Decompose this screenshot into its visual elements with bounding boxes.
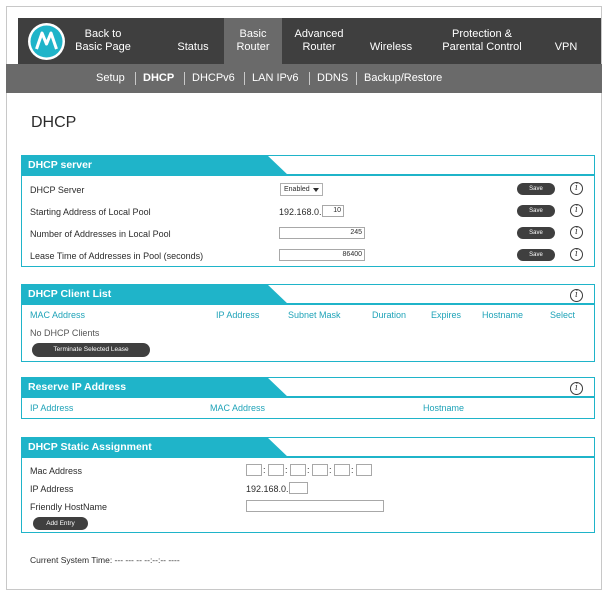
mac-address-label: Mac Address <box>30 466 83 476</box>
dhcp-server-select[interactable]: Enabled <box>280 183 323 196</box>
mac-separator: : <box>329 465 332 475</box>
static-assignment-title: DHCP Static Assignment <box>28 441 152 453</box>
ip-address-label: IP Address <box>30 484 74 494</box>
subnav-divider <box>309 72 310 85</box>
dhcp-server-title: DHCP server <box>28 159 93 171</box>
subnav-divider <box>356 72 357 85</box>
column-header-subnet-mask: Subnet Mask <box>288 310 341 320</box>
lease-time-input[interactable]: 86400 <box>279 249 365 261</box>
info-icon[interactable]: i <box>570 182 583 195</box>
column-header-expires: Expires <box>431 310 462 320</box>
subnav-setup[interactable]: Setup <box>96 64 125 93</box>
dhcp-server-header: DHCP server <box>21 155 594 176</box>
save-starting-address-button[interactable]: Save <box>517 205 555 217</box>
number-of-addresses-input[interactable]: 245 <box>279 227 365 239</box>
save-number-of-addresses-button[interactable]: Save <box>517 227 555 239</box>
subnav-dhcpv6[interactable]: DHCPv6 <box>192 64 235 93</box>
column-header-ip-address: IP Address <box>30 403 74 413</box>
nav-wireless[interactable]: Wireless <box>358 18 424 64</box>
subnav-divider <box>244 72 245 85</box>
reserve-ip-panel: Reserve IP Address i IP Address MAC Addr… <box>21 377 595 419</box>
current-system-time: Current System Time: --- --- -- --:--:--… <box>30 555 180 565</box>
column-header-hostname: Hostname <box>423 403 465 413</box>
reserve-ip-tab: Reserve IP Address <box>21 377 289 398</box>
save-lease-time-button[interactable]: Save <box>517 249 555 261</box>
info-icon[interactable]: i <box>570 226 583 239</box>
terminate-selected-lease-button[interactable]: Terminate Selected Lease <box>32 343 150 357</box>
ip-address-last-octet-input[interactable] <box>289 482 308 494</box>
dhcp-server-label: DHCP Server <box>30 185 85 195</box>
dhcp-server-tab: DHCP server <box>21 155 289 176</box>
subnav-dhcp[interactable]: DHCP <box>143 64 174 93</box>
starting-address-label: Starting Address of Local Pool <box>30 207 151 217</box>
chevron-down-icon <box>313 188 319 192</box>
subnav-divider <box>184 72 185 85</box>
info-icon[interactable]: i <box>570 289 583 302</box>
info-icon[interactable]: i <box>570 248 583 261</box>
column-header-mac-address: MAC Address <box>210 403 266 413</box>
top-nav: Back to Basic Page Status Basic Router A… <box>18 18 601 64</box>
no-clients-text: No DHCP Clients <box>30 328 100 338</box>
subnav-divider <box>135 72 136 85</box>
mac-octet-2-input[interactable] <box>268 464 284 476</box>
nav-vpn[interactable]: VPN <box>546 18 586 64</box>
static-assignment-panel: DHCP Static Assignment Mac Address : : :… <box>21 437 595 533</box>
dhcp-client-list-tab: DHCP Client List <box>21 284 289 305</box>
starting-address-prefix: 192.168.0. <box>279 207 322 217</box>
mac-octet-4-input[interactable] <box>312 464 328 476</box>
friendly-hostname-label: Friendly HostName <box>30 502 108 512</box>
static-assignment-header: DHCP Static Assignment <box>21 437 594 458</box>
motorola-logo-icon[interactable] <box>28 23 65 60</box>
mac-octet-3-input[interactable] <box>290 464 306 476</box>
dhcp-server-panel: DHCP server DHCP Server Enabled Save i S… <box>21 155 595 267</box>
dhcp-client-list-panel: DHCP Client List i MAC Address IP Addres… <box>21 284 595 362</box>
starting-address-input[interactable]: 10 <box>322 205 344 217</box>
number-of-addresses-label: Number of Addresses in Local Pool <box>30 229 171 239</box>
dhcp-client-list-header: DHCP Client List <box>21 284 594 305</box>
page-title: DHCP <box>31 114 77 131</box>
column-header-hostname: Hostname <box>482 310 524 320</box>
nav-status[interactable]: Status <box>168 18 218 64</box>
mac-octet-5-input[interactable] <box>334 464 350 476</box>
column-header-ip-address: IP Address <box>216 310 260 320</box>
mac-separator: : <box>307 465 310 475</box>
nav-advanced-router[interactable]: Advanced Router <box>284 18 354 64</box>
nav-basic-router[interactable]: Basic Router <box>224 18 282 64</box>
reserve-ip-title: Reserve IP Address <box>28 381 127 393</box>
column-header-mac-address: MAC Address <box>30 310 86 320</box>
sub-nav: Setup DHCP DHCPv6 LAN IPv6 DDNS Backup/R… <box>6 64 602 93</box>
subnav-backup-restore[interactable]: Backup/Restore <box>364 64 442 93</box>
reserve-ip-header: Reserve IP Address <box>21 377 594 398</box>
static-assignment-tab: DHCP Static Assignment <box>21 437 289 458</box>
dhcp-server-select-value: Enabled <box>284 186 310 193</box>
nav-protection-parental-control[interactable]: Protection & Parental Control <box>430 18 534 64</box>
mac-separator: : <box>263 465 266 475</box>
info-icon[interactable]: i <box>570 204 583 217</box>
mac-separator: : <box>285 465 288 475</box>
mac-separator: : <box>351 465 354 475</box>
subnav-lan-ipv6[interactable]: LAN IPv6 <box>252 64 298 93</box>
save-dhcp-server-button[interactable]: Save <box>517 183 555 195</box>
dhcp-client-list-title: DHCP Client List <box>28 288 112 300</box>
mac-octet-6-input[interactable] <box>356 464 372 476</box>
column-header-select: Select <box>550 310 576 320</box>
subnav-ddns[interactable]: DDNS <box>317 64 348 93</box>
mac-octet-1-input[interactable] <box>246 464 262 476</box>
info-icon[interactable]: i <box>570 382 583 395</box>
add-entry-button[interactable]: Add Entry <box>33 517 88 530</box>
friendly-hostname-input[interactable] <box>246 500 384 512</box>
lease-time-label: Lease Time of Addresses in Pool (seconds… <box>30 251 204 261</box>
column-header-duration: Duration <box>372 310 407 320</box>
ip-address-prefix: 192.168.0. <box>246 484 289 494</box>
nav-back-to-basic[interactable]: Back to Basic Page <box>70 18 136 64</box>
